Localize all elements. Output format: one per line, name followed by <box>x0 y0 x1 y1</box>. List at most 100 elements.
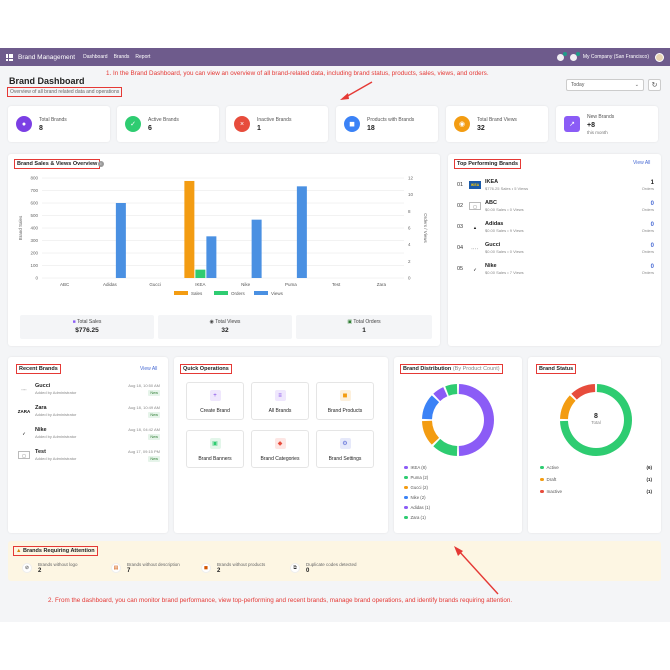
y-tick-label: 200 <box>30 251 38 256</box>
status-legend-item: Draft (1) <box>540 477 652 482</box>
placeholder-logo-icon: ▢ <box>18 451 30 459</box>
y-tick-label: 400 <box>30 226 38 231</box>
y-tick-label: 100 <box>30 263 38 268</box>
tag-icon: ◆ <box>274 438 286 449</box>
user-avatar[interactable] <box>655 52 664 62</box>
y-tick-label: 700 <box>30 188 38 193</box>
quick-ops-title: Quick Operations <box>180 364 232 374</box>
document-icon: ▤ <box>111 563 121 573</box>
stat-new-brands[interactable]: ↗ New Brands +8 this month <box>556 106 658 142</box>
annotation-bottom: 2. From the dashboard, you can monitor b… <box>48 597 513 604</box>
stat-total-brands[interactable]: ● Total Brands 8 <box>8 106 110 142</box>
top-brand-row[interactable]: 05 ✓ Nike $0.00 Sales • 7 Views 0 Orders <box>457 260 654 278</box>
x-tick-label: Puma <box>285 282 297 287</box>
nav-dashboard[interactable]: Dashboard <box>83 54 107 60</box>
bar-orders <box>195 269 206 278</box>
period-select[interactable]: Today ⌄ <box>566 79 644 91</box>
top-brand-row[interactable]: 01 IKEA IKEA $776.25 Sales • 5 Views 1 Ord… <box>457 176 654 194</box>
distribution-legend-item: IKEA (8) <box>404 465 427 470</box>
status-legend-item: Active (6) <box>540 465 652 470</box>
brand-banners-button[interactable]: ▣ Brand Banners <box>186 430 244 468</box>
bar-views <box>296 186 307 278</box>
dashboard-main: Brand Dashboard Overview of all brand re… <box>0 66 670 622</box>
recent-brands-title: Recent Brands <box>16 364 61 374</box>
stat-products-with-brands[interactable]: ◼ Products with Brands 18 <box>336 106 438 142</box>
apps-menu-icon[interactable] <box>6 53 13 61</box>
activity-icon[interactable] <box>569 51 580 61</box>
y-tick-label: 600 <box>30 201 38 206</box>
tag-icon: ■ <box>72 319 76 325</box>
brand-categories-button[interactable]: ◆ Brand Categories <box>251 430 309 468</box>
attention-item-duplicate-codes[interactable]: ⧉ Duplicate codes detected 0 <box>290 562 357 574</box>
stat-active-brands[interactable]: ✓ Active Brands 6 <box>117 106 219 142</box>
legend-swatch-orders <box>214 291 228 295</box>
trend-icon: ↗ <box>564 116 580 132</box>
distribution-slice <box>458 384 495 456</box>
nav-report[interactable]: Report <box>135 54 150 60</box>
refresh-icon: ↻ <box>651 82 658 89</box>
recent-brand-row[interactable]: ZARA Zara Added by Administrator Aug 18, … <box>18 405 160 427</box>
y2-tick-label: 12 <box>408 176 414 181</box>
x-tick-label: Nike <box>241 282 250 287</box>
total-sales-summary: ■ Total Sales $776.25 <box>20 315 154 339</box>
distribution-title: Brand Distribution (By Product Count) <box>400 364 503 374</box>
legend-label: Orders <box>231 291 246 296</box>
nav-brands[interactable]: Brands <box>114 54 130 60</box>
top-brand-row[interactable]: 04 ···· Gucci $0.00 Sales • 0 Views 0 Orde… <box>457 239 654 257</box>
attention-panel <box>8 541 661 581</box>
distribution-slice <box>433 438 458 456</box>
attention-item-no-logo[interactable]: ⊘ Brands without logo 2 <box>22 562 78 574</box>
recent-brands-view-all[interactable]: View All <box>140 366 157 372</box>
recent-brand-row[interactable]: ···· Gucci Added by Administrator Aug 18,… <box>18 383 160 405</box>
y2-tick-label: 8 <box>408 209 411 214</box>
chat-icon[interactable] <box>556 51 567 61</box>
page-title: Brand Dashboard <box>9 76 85 86</box>
bar-sales <box>184 180 195 278</box>
box-icon: ◼ <box>339 390 351 401</box>
attention-item-no-products[interactable]: ◼ Brands without products 2 <box>201 562 265 574</box>
eye-icon: ◉ <box>209 319 214 325</box>
warning-icon: ▲ <box>16 548 22 554</box>
x-tick-label: Zara <box>377 282 387 287</box>
top-brands-view-all[interactable]: View All <box>633 160 650 166</box>
recent-brand-row[interactable]: ✓ Nike Added by Administrator Aug 18, 04:… <box>18 427 160 449</box>
distribution-legend-item: Zara (1) <box>404 515 426 520</box>
close-icon: × <box>234 116 250 132</box>
attention-title: ▲ Brands Requiring Attention <box>13 546 98 556</box>
company-switcher[interactable]: My Company (San Francisco) <box>583 54 649 60</box>
x-tick-label: Adidas <box>103 282 118 287</box>
adidas-logo-icon: ▲ <box>473 224 477 230</box>
stat-inactive-brands[interactable]: × Inactive Brands 1 <box>226 106 328 142</box>
brand-products-button[interactable]: ◼ Brand Products <box>316 382 374 420</box>
gucci-logo-icon: ···· <box>21 386 27 392</box>
plus-icon: + <box>209 390 221 401</box>
info-icon[interactable]: i <box>98 161 104 167</box>
zara-logo-icon: ZARA <box>17 408 31 414</box>
app-title[interactable]: Brand Management <box>18 54 75 61</box>
brand-settings-button[interactable]: ⚙ Brand Settings <box>316 430 374 468</box>
create-brand-button[interactable]: + Create Brand <box>186 382 244 420</box>
distribution-legend-item: Nike (2) <box>404 495 426 500</box>
box-icon: ◼ <box>201 563 211 573</box>
total-orders-summary: ▣ Total Orders 1 <box>296 315 432 339</box>
x-tick-label: ABC <box>60 282 70 287</box>
refresh-button[interactable]: ↻ <box>648 79 661 91</box>
y2-tick-label: 10 <box>408 192 414 197</box>
x-tick-label: IKEA <box>195 282 205 287</box>
all-brands-button[interactable]: ≡ All Brands <box>251 382 309 420</box>
attention-item-no-description[interactable]: ▤ Brands without description 7 <box>111 562 180 574</box>
new-badge: New <box>148 434 160 440</box>
stat-total-brand-views[interactable]: ◉ Total Brand Views 32 <box>446 106 548 142</box>
recent-brand-row[interactable]: ▢ Test Added by Administrator Aug 17, 09:… <box>18 449 160 471</box>
distribution-legend-item: Puma (2) <box>404 475 428 480</box>
top-brand-row[interactable]: 02 ▢ ABC $0.00 Sales • 0 Views 0 Orders <box>457 197 654 215</box>
top-brand-row[interactable]: 03 ▲ Adidas $0.00 Sales • 9 Views 0 Orders <box>457 218 654 236</box>
y2-tick-label: 4 <box>408 242 411 247</box>
total-views-summary: ◉ Total Views 32 <box>158 315 292 339</box>
bar-views <box>115 203 126 278</box>
y2-tick-label: 2 <box>408 259 411 264</box>
y-tick-label: 0 <box>35 276 38 281</box>
box-icon: ◼ <box>344 116 360 132</box>
distribution-slice <box>445 384 458 396</box>
y2-axis-label: Orders / Views <box>423 213 428 243</box>
